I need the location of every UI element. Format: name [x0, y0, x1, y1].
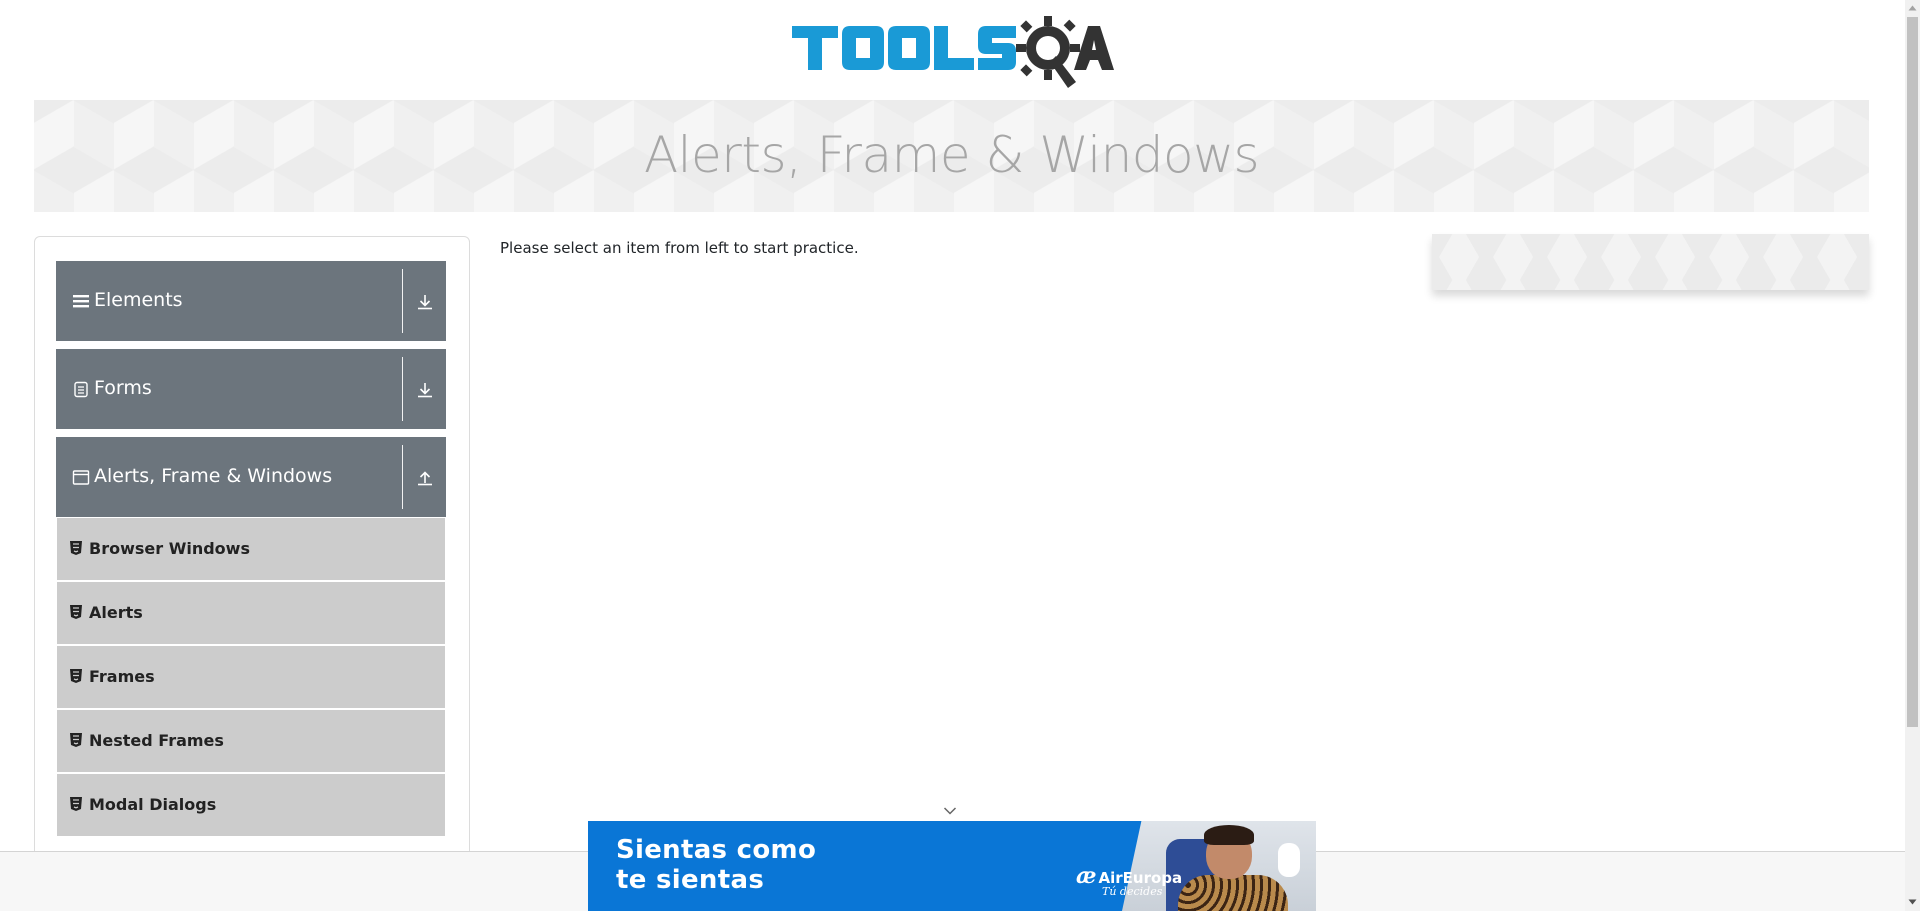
sidebar-item-modal-dialogs[interactable]: Modal Dialogs: [57, 774, 445, 836]
instruction-text: Please select an item from left to start…: [500, 239, 859, 257]
scrollbar-thumb[interactable]: [1907, 17, 1918, 727]
vertical-scrollbar[interactable]: [1905, 0, 1920, 911]
page-title: Alerts, Frame & Windows: [643, 126, 1260, 184]
ad-banner[interactable]: Sientas como te sientas æ AirEuropa Tú de…: [588, 821, 1316, 911]
toolsqa-logo-graphic: [792, 16, 1114, 88]
divider: [402, 445, 403, 509]
sidebar-group-forms[interactable]: Forms: [56, 349, 446, 429]
sidebar-item-label: Modal Dialogs: [89, 795, 217, 814]
sidebar-group-label: Alerts, Frame & Windows: [94, 465, 333, 487]
sidebar-item-label: Frames: [89, 667, 155, 686]
ad-photo-person-hair: [1204, 825, 1254, 845]
html5-icon: [70, 541, 82, 555]
html5-icon: [70, 797, 82, 811]
window-icon: [72, 470, 90, 485]
sidebar-item-frames[interactable]: Frames: [57, 646, 445, 708]
sidebar-panel: Elements Forms Alerts, Frame & Windows B…: [34, 236, 470, 911]
sidebar-group-elements[interactable]: Elements: [56, 261, 446, 341]
html5-icon: [70, 605, 82, 619]
html5-icon: [70, 733, 82, 747]
ad-headline-line-1: Sientas como: [616, 835, 817, 865]
page: Alerts, Frame & Windows Elements Forms A…: [0, 0, 1920, 911]
sidebar-group-label: Forms: [94, 377, 152, 399]
html5-icon: [70, 669, 82, 683]
upload-arrow-icon[interactable]: [416, 469, 434, 487]
ad-brand-mark: æ: [1076, 863, 1097, 889]
document-icon: [74, 381, 88, 398]
sidebar-group-alerts-frame-windows[interactable]: Alerts, Frame & Windows: [56, 437, 446, 517]
sidebar-item-label: Browser Windows: [89, 539, 250, 558]
sidebar-item-label: Alerts: [89, 603, 143, 622]
chevron-down-icon[interactable]: [943, 806, 957, 816]
right-ad-placeholder[interactable]: [1432, 234, 1869, 290]
page-banner: Alerts, Frame & Windows: [34, 100, 1869, 212]
download-arrow-icon[interactable]: [416, 381, 434, 399]
ad-headline-line-2: te sientas: [616, 865, 765, 895]
sidebar-item-label: Nested Frames: [89, 731, 224, 750]
download-arrow-icon[interactable]: [416, 293, 434, 311]
divider: [402, 357, 403, 421]
ad-tagline: Tú decides: [1102, 885, 1163, 898]
sidebar-group-label: Elements: [94, 289, 183, 311]
sidebar-item-alerts[interactable]: Alerts: [57, 582, 445, 644]
sidebar-item-browser-windows[interactable]: Browser Windows: [57, 518, 445, 580]
hamburger-icon: [73, 295, 89, 308]
divider: [402, 269, 403, 333]
scroll-down-arrow-icon[interactable]: [1908, 898, 1917, 906]
ad-photo-person-body: [1178, 875, 1288, 911]
header: [0, 0, 1905, 100]
toolsqa-logo[interactable]: [790, 14, 1116, 92]
sidebar-item-nested-frames[interactable]: Nested Frames: [57, 710, 445, 772]
ad-photo-window: [1278, 843, 1300, 877]
scroll-up-arrow-icon[interactable]: [1908, 4, 1917, 12]
